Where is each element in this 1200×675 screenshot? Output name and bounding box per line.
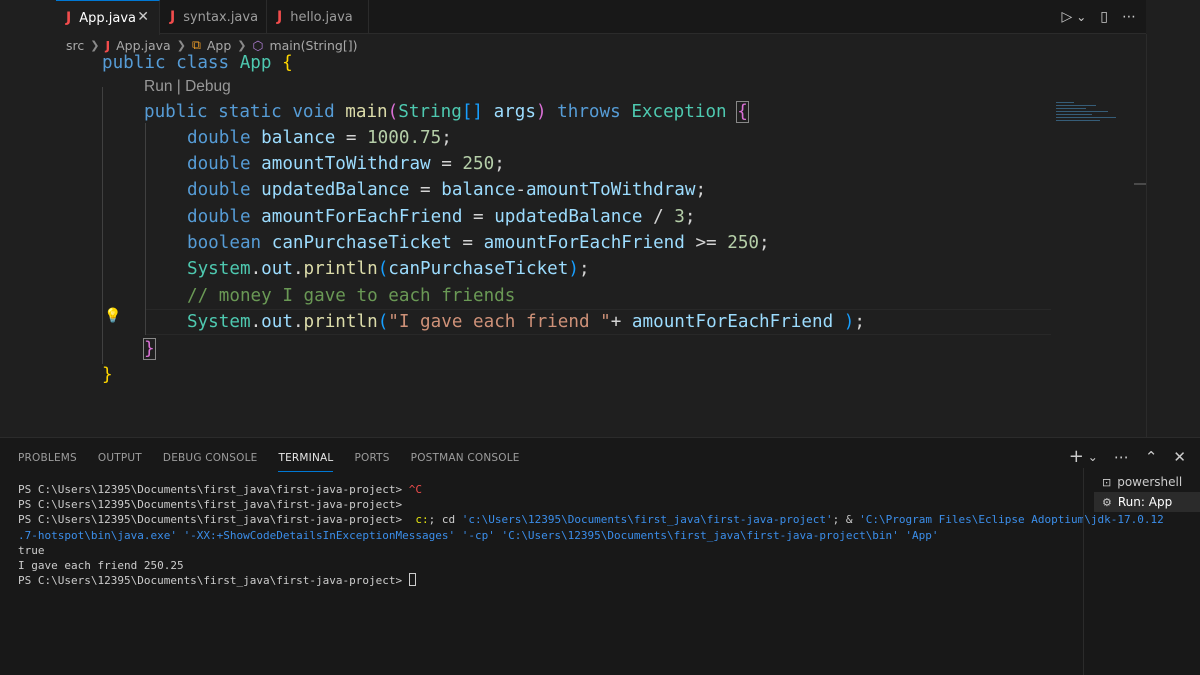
breadcrumb-folder[interactable]: src [66, 38, 84, 53]
tab-output[interactable]: OUTPUT [98, 448, 142, 472]
terminal-item-label: powershell [1117, 475, 1183, 489]
terminal-line: PS C:\Users\12395\Documents\first_java\f… [18, 573, 1080, 588]
terminal-line: true [18, 543, 45, 557]
tab-debug-console[interactable]: DEBUG CONSOLE [163, 448, 258, 472]
tab-ports[interactable]: PORTS [354, 448, 389, 472]
editor-tab-bar: J App.java ✕ J syntax.java J hello.java … [56, 0, 1146, 35]
java-file-icon: J [66, 10, 72, 26]
terminal-line: .7-hotspot\bin\java.exe' '-XX:+ShowCodeD… [18, 528, 939, 542]
code-line-11: } [143, 338, 156, 360]
code-line-4: double amountToWithdraw = 250; [187, 154, 505, 174]
java-file-icon: J [277, 9, 283, 25]
indent-guide [102, 87, 103, 364]
split-editor-icon[interactable]: ▯ [1100, 9, 1108, 25]
indent-guide [145, 123, 146, 335]
panel-actions: + ⌄ ⋯ ⌃ ✕ [1069, 446, 1186, 467]
add-terminal-icon[interactable]: + [1069, 446, 1084, 467]
editor-actions: ▷ ⌄ ▯ ⋯ [1061, 0, 1136, 34]
tab-app-java[interactable]: J App.java ✕ [56, 0, 160, 35]
close-icon[interactable]: ✕ [1173, 448, 1186, 466]
close-icon[interactable]: ✕ [137, 9, 149, 25]
code-line-9: // money I gave to each friends [187, 286, 516, 306]
run-icon[interactable]: ▷ [1061, 9, 1072, 25]
tab-postman-console[interactable]: POSTMAN CONSOLE [411, 448, 520, 472]
code-line-10: System.out.println("I gave each friend "… [187, 312, 865, 332]
terminal-icon: ⊡ [1102, 475, 1112, 489]
maximize-panel-icon[interactable]: ⌃ [1145, 448, 1158, 466]
more-actions-icon[interactable]: ⋯ [1114, 448, 1129, 466]
terminal-line: PS C:\Users\12395\Documents\first_java\f… [18, 498, 409, 512]
code-editor[interactable]: 💡 public class App { Run | Debug public … [0, 53, 1146, 436]
terminal-cursor [408, 573, 416, 587]
code-line-1: public class App { [102, 53, 293, 73]
code-line-3: double balance = 1000.75; [187, 128, 452, 148]
code-line-8: System.out.println(canPurchaseTicket); [187, 259, 590, 279]
minimap[interactable] [1056, 102, 1120, 126]
tab-label: syntax.java [183, 9, 259, 25]
terminal-item-powershell[interactable]: ⊡ powershell [1094, 472, 1200, 492]
code-line-6: double amountForEachFriend = updatedBala… [187, 207, 696, 227]
tab-hello-java[interactable]: J hello.java [267, 0, 369, 34]
tab-label: hello.java [290, 9, 353, 25]
tab-syntax-java[interactable]: J syntax.java [160, 0, 267, 34]
bottom-panel: PROBLEMS OUTPUT DEBUG CONSOLE TERMINAL P… [0, 437, 1200, 675]
lightbulb-icon[interactable]: 💡 [104, 308, 121, 324]
chevron-down-icon[interactable]: ⌄ [1088, 450, 1098, 464]
code-line-12: } [102, 365, 113, 385]
tab-problems[interactable]: PROBLEMS [18, 448, 77, 472]
terminal-line: PS C:\Users\12395\Documents\first_java\f… [18, 483, 422, 496]
more-actions-icon[interactable]: ⋯ [1122, 9, 1136, 25]
terminal-list-divider [1083, 468, 1084, 675]
terminal-item-run-app[interactable]: ⚙ Run: App [1094, 492, 1200, 512]
terminal-line: I gave each friend 250.25 [18, 559, 184, 573]
editor-divider [1146, 34, 1147, 437]
editor-scrollbar[interactable] [1134, 183, 1146, 185]
debug-icon: ⚙ [1102, 495, 1112, 509]
terminal-output[interactable]: PS C:\Users\12395\Documents\first_java\f… [18, 482, 1164, 588]
chevron-right-icon: ❯ [90, 38, 100, 52]
code-line-2: public static void main(String[] args) t… [144, 101, 749, 123]
java-file-icon: J [170, 9, 176, 25]
code-line-7: boolean canPurchaseTicket = amountForEac… [187, 233, 770, 253]
terminal-line: PS C:\Users\12395\Documents\first_java\f… [18, 513, 1164, 527]
panel-tabs: PROBLEMS OUTPUT DEBUG CONSOLE TERMINAL P… [18, 448, 541, 472]
terminal-item-label: Run: App [1117, 495, 1173, 509]
tab-label: App.java [79, 10, 136, 26]
run-debug-codelens[interactable]: Run | Debug [144, 78, 231, 96]
code-line-5: double updatedBalance = balance-amountTo… [187, 180, 707, 200]
chevron-down-icon[interactable]: ⌄ [1076, 10, 1086, 24]
tab-terminal[interactable]: TERMINAL [278, 448, 334, 472]
terminal-list: ⊡ powershell ⚙ Run: App [1094, 472, 1200, 512]
